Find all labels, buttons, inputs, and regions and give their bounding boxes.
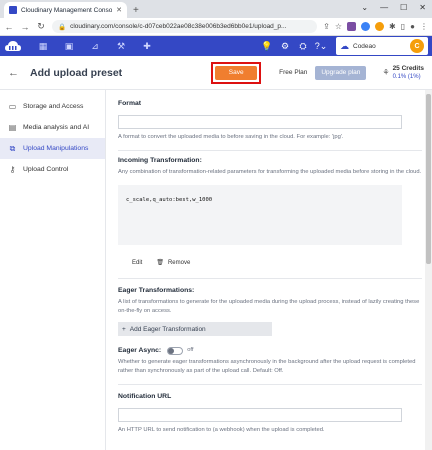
- reports-icon[interactable]: ⊿: [82, 41, 108, 52]
- lock-icon: 🔒: [58, 23, 67, 31]
- sidebar-icon[interactable]: ▯: [401, 22, 405, 31]
- form-area: Format A format to convert the uploaded …: [106, 90, 432, 450]
- edit-link[interactable]: Edit: [132, 260, 142, 266]
- close-window-icon[interactable]: ✕: [419, 3, 426, 12]
- menu-icon[interactable]: ⋮: [420, 22, 428, 31]
- eager-desc: A list of transformations to generate fo…: [118, 299, 420, 314]
- sidebar-item-upload-manipulations[interactable]: ⧉ Upload Manipulations: [0, 138, 105, 159]
- sidebar-item-media-analysis[interactable]: ▤ Media analysis and AI: [0, 117, 105, 138]
- settings-sidebar: ▭ Storage and Access ▤ Media analysis an…: [0, 90, 106, 450]
- notification-section: Notification URL An HTTP URL to send not…: [118, 385, 422, 443]
- eager-async-toggle[interactable]: off: [167, 346, 194, 355]
- forward-icon[interactable]: →: [20, 22, 30, 32]
- toggle-state: off: [187, 347, 194, 353]
- add-eager-transformation-button[interactable]: + Add Eager Transformation: [118, 322, 272, 336]
- eager-section: Eager Transformations: A list of transfo…: [118, 279, 422, 385]
- eager-label: Eager Transformations:: [118, 287, 195, 294]
- chevron-down-icon[interactable]: ⌄: [361, 3, 368, 12]
- credits-icon: ⚘: [382, 68, 390, 77]
- sidebar-item-upload-control[interactable]: ⚷ Upload Control: [0, 159, 105, 180]
- sidebar-item-label: Storage and Access: [23, 103, 84, 110]
- notification-url-label: Notification URL: [118, 393, 172, 400]
- storage-icon: ▭: [8, 102, 17, 111]
- free-plan-label: Free Plan: [279, 69, 308, 76]
- save-button[interactable]: Save: [215, 65, 258, 80]
- remove-button[interactable]: 🗑 Remove: [156, 259, 191, 267]
- minimize-icon[interactable]: —: [380, 3, 388, 12]
- scrollbar-thumb[interactable]: [426, 94, 431, 264]
- format-label: Format: [118, 100, 142, 107]
- add-eager-label: Add Eager Transformation: [129, 325, 206, 333]
- credits-used: 0.1% (1%): [392, 73, 421, 80]
- extensions: ⇪ ☆ ✱ ▯ ● ⋮: [323, 22, 428, 31]
- incoming-section: Incoming Transformation: Any combination…: [118, 151, 422, 279]
- key-icon: ⚷: [9, 165, 16, 174]
- reload-icon[interactable]: ↻: [36, 21, 46, 32]
- eager-async-label: Eager Async:: [118, 347, 162, 354]
- notification-url-desc: An HTTP URL to send notification to (a w…: [118, 427, 325, 433]
- format-input[interactable]: [118, 115, 402, 129]
- profile-icon[interactable]: ●: [410, 22, 415, 31]
- browser-tab-strip: Cloudinary Management Conso ✕ + ⌄ — ☐ ✕: [0, 0, 432, 18]
- back-icon[interactable]: ←: [4, 22, 14, 32]
- format-section: Format A format to convert the uploaded …: [118, 90, 422, 151]
- cloud-icon: ☁: [340, 40, 349, 51]
- account-menu[interactable]: ☁ Codeao C: [336, 37, 428, 55]
- media-library-icon[interactable]: ▣: [56, 41, 82, 52]
- page-header: ← Add upload preset Save Free Plan Upgra…: [0, 56, 432, 90]
- sidebar-item-label: Media analysis and AI: [23, 124, 90, 131]
- close-tab-icon[interactable]: ✕: [116, 6, 122, 14]
- star-icon[interactable]: ☆: [335, 22, 342, 31]
- sidebar-item-label: Upload Manipulations: [23, 145, 89, 152]
- incoming-desc: Any combination of transformation-relate…: [118, 169, 422, 175]
- plus-icon: +: [122, 325, 126, 333]
- avatar: C: [410, 39, 424, 53]
- browser-toolbar: ← → ↻ 🔒 cloudinary.com/console/c-d07ceb0…: [0, 18, 432, 36]
- sidebar-item-storage[interactable]: ▭ Storage and Access: [0, 96, 105, 117]
- puzzle-icon[interactable]: ✱: [389, 22, 396, 31]
- sidebar-item-label: Upload Control: [23, 166, 69, 173]
- url-text: cloudinary.com/console/c-d07ceb022ae08c3…: [70, 23, 287, 30]
- account-name: Codeao: [353, 42, 376, 50]
- page-title: Add upload preset: [30, 66, 123, 79]
- extension-icon[interactable]: [375, 22, 385, 31]
- addons-icon[interactable]: ⚒: [108, 41, 134, 52]
- credits-indicator[interactable]: ⚘ 25 Credits 0.1% (1%): [382, 65, 424, 81]
- credits-count: 25 Credits: [392, 64, 424, 72]
- tab-title: Cloudinary Management Conso: [21, 6, 113, 14]
- format-desc: A format to convert the uploaded media t…: [118, 134, 344, 140]
- toggle-switch[interactable]: [167, 346, 184, 355]
- upgrade-plan-button[interactable]: Upgrade plan: [315, 65, 367, 80]
- gear-icon[interactable]: ⚙: [276, 41, 294, 52]
- share-icon[interactable]: ⇪: [323, 22, 330, 31]
- save-highlight: Save: [211, 61, 262, 84]
- notification-url-input[interactable]: [118, 408, 402, 422]
- app-navbar: ▦ ▣ ⊿ ⚒ ✚ 💡 ⚙ ⛭ ?⌄ ☁ Codeao C: [0, 36, 432, 56]
- incoming-transformation-value: c_scale,q_auto:best,w_1000: [118, 185, 402, 245]
- address-bar[interactable]: 🔒 cloudinary.com/console/c-d07ceb022ae08…: [52, 20, 318, 33]
- maximize-icon[interactable]: ☐: [400, 3, 407, 12]
- new-tab-icon[interactable]: +: [133, 5, 139, 16]
- plugins-icon[interactable]: ✚: [134, 41, 160, 52]
- back-arrow-icon[interactable]: ←: [8, 67, 22, 79]
- browser-tab[interactable]: Cloudinary Management Conso ✕: [4, 2, 127, 18]
- cloudinary-logo-icon[interactable]: [4, 39, 22, 53]
- incoming-label: Incoming Transformation:: [118, 157, 202, 164]
- help-icon[interactable]: ?⌄: [312, 41, 330, 52]
- extension-icon[interactable]: [361, 22, 371, 31]
- remove-label: Remove: [167, 259, 191, 266]
- extension-icon[interactable]: [347, 22, 357, 31]
- lightbulb-icon[interactable]: 💡: [258, 41, 276, 52]
- manipulation-icon: ⧉: [9, 143, 16, 153]
- media-icon: ▤: [8, 123, 17, 132]
- cloudinary-favicon-icon: [9, 6, 17, 14]
- window-controls: ⌄ — ☐ ✕: [361, 3, 426, 12]
- trash-icon: 🗑: [156, 260, 164, 266]
- eager-async-desc: Whether to generate eager transformation…: [118, 359, 416, 374]
- scrollbar[interactable]: [425, 90, 432, 450]
- notifications-icon[interactable]: ⛭: [294, 41, 312, 52]
- dashboard-icon[interactable]: ▦: [30, 41, 56, 52]
